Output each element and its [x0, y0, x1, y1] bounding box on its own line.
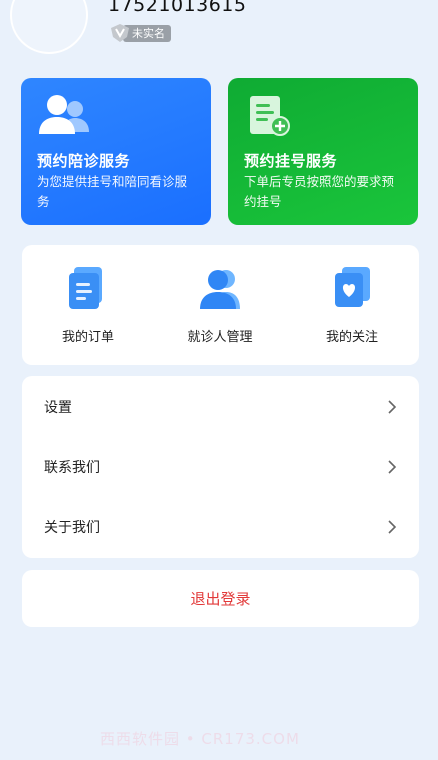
- phone-number: 17521013615: [108, 0, 247, 16]
- menu-item-settings[interactable]: 设置: [22, 377, 419, 437]
- chevron-right-icon: [388, 460, 397, 474]
- menu-list: 设置 联系我们 关于我们: [22, 376, 419, 558]
- quick-link-patients[interactable]: 就诊人管理: [154, 245, 286, 365]
- companion-service-title: 预约陪诊服务: [37, 152, 131, 170]
- document-icon: [69, 267, 102, 309]
- companion-service-card[interactable]: 预约陪诊服务 为您提供挂号和陪同看诊服务: [21, 78, 211, 225]
- v-shield-icon: [111, 24, 129, 42]
- quick-link-follows-label: 我的关注: [325, 330, 378, 345]
- registration-service-title: 预约挂号服务: [244, 152, 338, 170]
- avatar[interactable]: [10, 0, 88, 54]
- heart-card-icon: [335, 267, 370, 307]
- chevron-right-icon: [388, 520, 397, 534]
- logout-button[interactable]: 退出登录: [22, 570, 419, 627]
- quick-link-orders[interactable]: 我的订单: [22, 245, 154, 365]
- logout-label: 退出登录: [190, 590, 251, 608]
- menu-item-contact[interactable]: 联系我们: [22, 437, 419, 497]
- quick-links-card: 我的订单 就诊人管理 我的关注: [22, 245, 419, 365]
- quick-link-patients-label: 就诊人管理: [187, 330, 253, 345]
- registration-service-desc: 下单后专员按照您的要求预约挂号: [244, 174, 395, 209]
- watermark: 西西软件园 • CR173.COM: [100, 730, 300, 748]
- companion-service-desc: 为您提供挂号和陪同看诊服务: [37, 174, 188, 209]
- menu-item-label: 设置: [44, 400, 72, 416]
- verify-status-label: 未实名: [123, 24, 171, 42]
- verify-status-badge[interactable]: 未实名: [110, 24, 171, 42]
- menu-item-label: 联系我们: [44, 460, 100, 476]
- quick-link-orders-label: 我的订单: [61, 330, 114, 345]
- chevron-right-icon: [388, 400, 397, 414]
- quick-link-follows[interactable]: 我的关注: [286, 245, 418, 365]
- menu-item-label: 关于我们: [44, 520, 100, 536]
- menu-item-about[interactable]: 关于我们: [22, 497, 419, 557]
- people-icon: [39, 95, 89, 134]
- document-add-icon: [250, 96, 290, 136]
- patient-icon: [200, 270, 240, 309]
- registration-service-card[interactable]: 预约挂号服务 下单后专员按照您的要求预约挂号: [228, 78, 418, 225]
